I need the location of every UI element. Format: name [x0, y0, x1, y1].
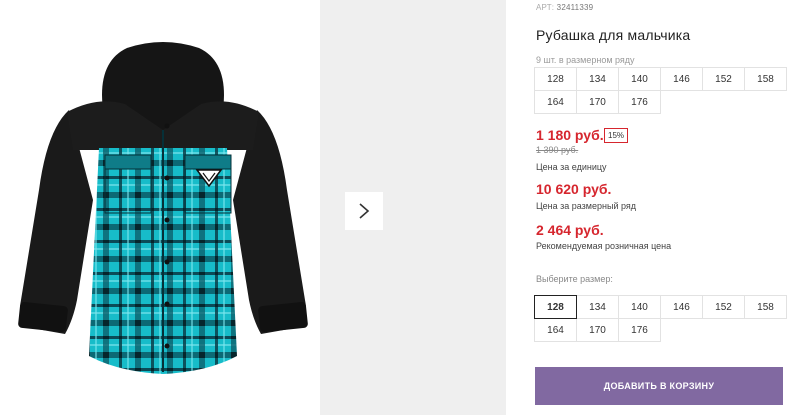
pack-size-cell: 176 — [618, 90, 661, 114]
size-prompt: Выберите размер: — [536, 274, 613, 284]
row-price: 10 620 руб. — [536, 181, 612, 197]
size-option[interactable]: 140 — [618, 295, 661, 319]
size-option[interactable]: 158 — [744, 295, 787, 319]
row-price-caption: Цена за размерный ряд — [536, 201, 637, 211]
pack-size-cell: 170 — [576, 90, 619, 114]
unit-price-caption: Цена за единицу — [536, 162, 607, 172]
discount-badge: 15% — [604, 128, 629, 143]
gallery-next-button[interactable] — [345, 192, 383, 230]
product-image — [7, 0, 320, 415]
sku-value: 32411339 — [556, 3, 594, 12]
size-option[interactable]: 164 — [534, 318, 577, 342]
pack-note: 9 шт. в размерном ряду — [536, 55, 635, 65]
pack-size-cell: 146 — [660, 67, 703, 91]
unit-price: 1 180 руб. — [536, 127, 604, 143]
product-title: Рубашка для мальчика — [536, 27, 691, 43]
pack-size-cell: 164 — [534, 90, 577, 114]
size-option-selected[interactable]: 128 — [534, 295, 577, 319]
old-price: 1 390 руб. — [536, 145, 579, 155]
size-option[interactable]: 146 — [660, 295, 703, 319]
size-option[interactable]: 152 — [702, 295, 745, 319]
sku-line: АРТ: 32411339 — [536, 3, 593, 12]
pack-size-cell: 140 — [618, 67, 661, 91]
shirt-illustration — [18, 42, 308, 374]
retail-price-caption: Рекомендуемая розничная цена — [536, 241, 672, 251]
size-selector-grid: 128 134 140 146 152 158 164 170 176 — [534, 295, 787, 342]
size-option[interactable]: 134 — [576, 295, 619, 319]
sku-label: АРТ: — [536, 3, 555, 12]
pack-size-cell: 158 — [744, 67, 787, 91]
pack-size-cell: 128 — [534, 67, 577, 91]
pack-size-cell: 134 — [576, 67, 619, 91]
size-option[interactable]: 170 — [576, 318, 619, 342]
retail-price: 2 464 руб. — [536, 222, 604, 238]
add-to-cart-button[interactable]: ДОБАВИТЬ В КОРЗИНУ — [535, 367, 783, 405]
size-option[interactable]: 176 — [618, 318, 661, 342]
chevron-right-icon — [359, 203, 370, 219]
pack-size-grid: 128 134 140 146 152 158 164 170 176 — [534, 67, 787, 114]
pack-size-cell: 152 — [702, 67, 745, 91]
